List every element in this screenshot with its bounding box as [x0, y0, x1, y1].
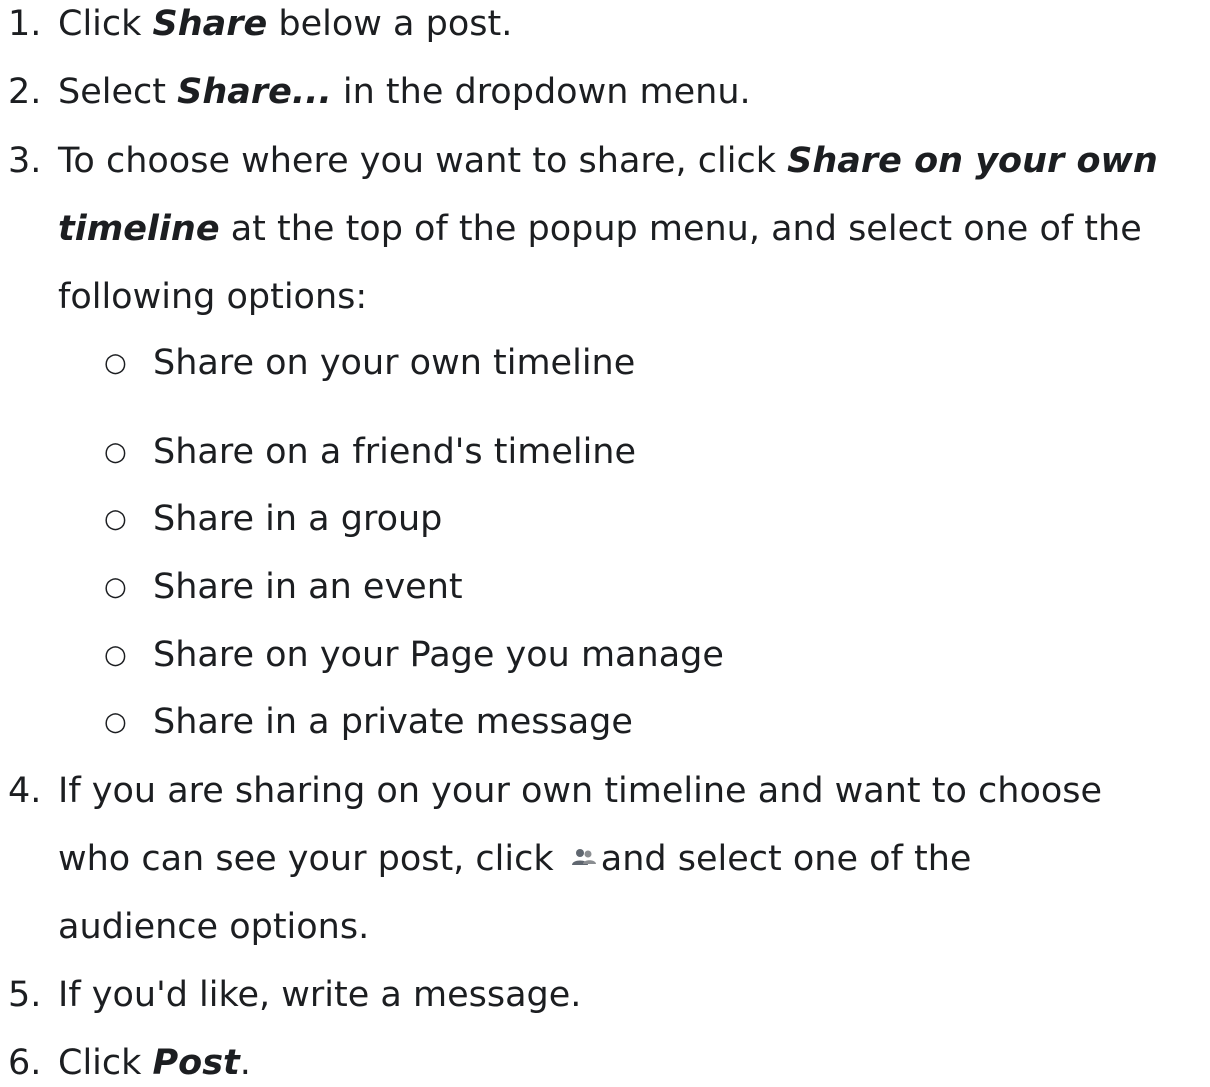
- step-text: Click Share below a post.: [58, 4, 513, 44]
- bullet-circle-icon: ○: [104, 572, 127, 602]
- step-text: If you are sharing on your own timeline …: [58, 771, 1103, 811]
- option-label: Share in a group: [153, 499, 443, 539]
- option-label: Share on your Page you manage: [153, 635, 724, 675]
- bullet-circle-icon: ○: [104, 707, 127, 737]
- option-label: Share on your own timeline: [153, 343, 636, 383]
- step-text: Click Post.: [58, 1043, 251, 1083]
- step-number: 5.: [8, 975, 42, 1015]
- post-emphasis: Post: [152, 1043, 240, 1083]
- step-text: who can see your post, click and select …: [58, 839, 972, 879]
- share-timeline-emphasis: Share on your own: [787, 141, 1158, 181]
- step-text: audience options.: [58, 907, 370, 947]
- step-text: following options:: [58, 277, 368, 317]
- option-label: Share in a private message: [153, 702, 633, 742]
- bullet-circle-icon: ○: [104, 640, 127, 670]
- instructions-document: 1. Click Share below a post. 2. Select S…: [0, 0, 1210, 1087]
- bullet-circle-icon: ○: [104, 504, 127, 534]
- step-text: timeline at the top of the popup menu, a…: [58, 209, 1142, 249]
- step-number: 4.: [8, 771, 42, 811]
- step-text: To choose where you want to share, click…: [58, 141, 1158, 181]
- timeline-emphasis: timeline: [58, 209, 220, 249]
- share-emphasis: Share: [152, 4, 268, 44]
- step-text: If you'd like, write a message.: [58, 975, 582, 1015]
- option-label: Share in an event: [153, 567, 463, 607]
- step-number: 1.: [8, 4, 42, 44]
- option-label: Share on a friend's timeline: [153, 432, 637, 472]
- step-number: 6.: [8, 1043, 42, 1083]
- step-number: 2.: [8, 72, 42, 112]
- bullet-circle-icon: ○: [104, 437, 127, 467]
- step-number: 3.: [8, 141, 42, 181]
- audience-icon: [571, 849, 597, 870]
- bullet-circle-icon: ○: [104, 348, 127, 378]
- step-text: Select Share... in the dropdown menu.: [58, 72, 751, 112]
- share-menu-emphasis: Share...: [177, 72, 332, 112]
